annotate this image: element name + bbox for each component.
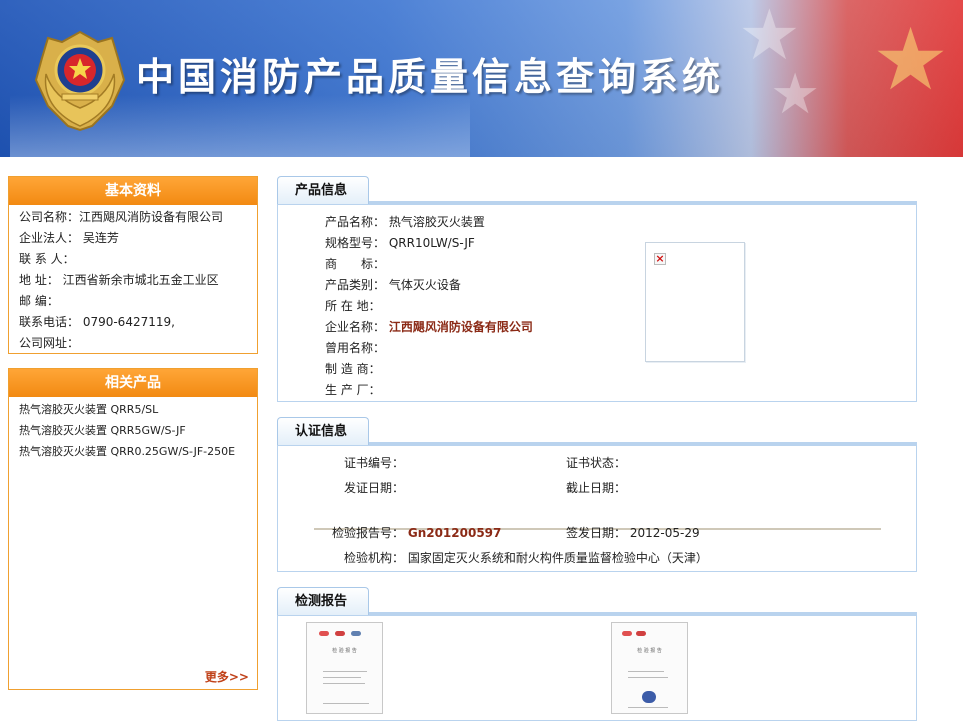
police-emblem-icon [34, 30, 126, 132]
basic-info-list: 公司名称：江西飓风消防设备有限公司 企业法人： 吴连芳 联 系 人： 地 址： … [9, 205, 257, 354]
report-logo-icon [319, 631, 329, 636]
report-thumb-line [323, 677, 361, 678]
manufacturer-row: 制 造 商： [325, 360, 381, 377]
spec-model-row: 规格型号： QRR10LW/S-JF [325, 234, 475, 251]
product-name-label: 产品名称： [325, 215, 386, 229]
agency-row: 检验机构： 国家固定灭火系统和耐火构件质量监督检验中心（天津） [344, 549, 708, 566]
agency-value: 国家固定灭火系统和耐火构件质量监督检验中心（天津） [407, 551, 708, 565]
report-thumb-line [628, 671, 664, 672]
former-name-row: 曾用名称： [325, 339, 385, 356]
sign-date-label: 签发日期： [566, 526, 627, 540]
cert-no-label: 证书编号： [344, 456, 405, 470]
related-products-title: 相关产品 [9, 369, 257, 397]
banner-star-icon: ★ [872, 10, 950, 110]
report-logo-icon [335, 631, 345, 636]
report-thumb-title: 检 验 报 告 [332, 648, 357, 654]
report-thumbnail[interactable]: 检 验 报 告 [306, 622, 383, 714]
report-thumb-line [323, 703, 369, 704]
report-logo-icon [636, 631, 646, 636]
report-thumbnail[interactable]: 检 验 报 告 [611, 622, 688, 714]
trademark-label: 商 标： [325, 257, 386, 271]
legal-person: 企业法人： 吴连芳 [19, 231, 119, 245]
related-products-list: 热气溶胶灭火装置 QRR5/SL 热气溶胶灭火装置 QRR5GW/S-JF 热气… [9, 397, 257, 462]
enterprise-value: 江西飓风消防设备有限公司 [388, 320, 533, 334]
category-row: 产品类别： 气体灭火设备 [325, 276, 461, 293]
basic-info-panel: 基本资料 公司名称：江西飓风消防设备有限公司 企业法人： 吴连芳 联 系 人： … [8, 176, 258, 354]
agency-label: 检验机构： [344, 551, 405, 565]
report-no-value[interactable]: Gn201200597 [408, 526, 502, 540]
tab-report: 检测报告 [277, 587, 369, 615]
report-seal-icon [642, 691, 656, 703]
category-label: 产品类别： [325, 278, 386, 292]
report-thumb-line [628, 677, 668, 678]
location-label: 所 在 地： [325, 299, 381, 313]
report-thumb-title: 检 验 报 告 [637, 648, 662, 654]
contact-person: 联 系 人： [19, 252, 75, 266]
product-name-value: 热气溶胶灭火装置 [388, 215, 485, 229]
trademark-row: 商 标： [325, 255, 385, 272]
cert-info-section: 认证信息 证书编号： 证书状态： 发证日期： 截止日期： 检验报告号： Gn20… [277, 417, 917, 573]
issue-date-label: 发证日期： [344, 481, 405, 495]
expire-date-label: 截止日期： [566, 481, 627, 495]
report-logo-icon [351, 631, 361, 636]
address: 地 址： 江西省新余市城北五金工业区 [19, 273, 219, 287]
more-link[interactable]: 更多>> [205, 668, 249, 685]
cert-info-body: 证书编号： 证书状态： 发证日期： 截止日期： 检验报告号： Gn2012005… [277, 446, 917, 572]
product-name-row: 产品名称： 热气溶胶灭火装置 [325, 213, 485, 230]
related-product-link[interactable]: 热气溶胶灭火装置 QRR5GW/S-JF [9, 420, 257, 441]
sign-date-value: 2012-05-29 [629, 526, 700, 540]
related-product-link[interactable]: 热气溶胶灭火装置 QRR0.25GW/S-JF-250E [9, 441, 257, 462]
factory-row: 生 产 厂： [325, 381, 381, 398]
website: 公司网址： [19, 336, 80, 350]
enterprise-label: 企业名称： [325, 320, 386, 334]
basic-info-title: 基本资料 [9, 177, 257, 205]
report-thumb-line [323, 683, 365, 684]
manufacturer-label: 制 造 商： [325, 362, 381, 376]
report-thumb-line [628, 707, 668, 708]
postcode: 邮 编： [19, 294, 59, 308]
report-logo-icon [622, 631, 632, 636]
phone: 联系电话： 0790-6427119, [19, 315, 175, 329]
report-no-label: 检验报告号： [332, 526, 405, 540]
category-value: 气体灭火设备 [388, 278, 461, 292]
spec-model-value: QRR10LW/S-JF [388, 236, 475, 250]
tab-cert-info: 认证信息 [277, 417, 369, 445]
company-name: 公司名称：江西飓风消防设备有限公司 [19, 210, 224, 224]
related-product-link[interactable]: 热气溶胶灭火装置 QRR5/SL [9, 399, 257, 420]
broken-image-icon: × [654, 252, 666, 265]
location-row: 所 在 地： [325, 297, 381, 314]
banner-star-icon: ★ [770, 62, 821, 127]
tab-product-info: 产品信息 [277, 176, 369, 204]
product-info-section: 产品信息 产品名称： 热气溶胶灭火装置 规格型号： QRR10LW/S-JF 商… [277, 176, 917, 402]
report-no-row: 检验报告号： Gn201200597 [332, 524, 501, 541]
enterprise-row: 企业名称： 江西飓风消防设备有限公司 [325, 318, 533, 335]
product-image: × [645, 242, 745, 362]
cert-status-label: 证书状态： [566, 456, 627, 470]
product-info-body: 产品名称： 热气溶胶灭火装置 规格型号： QRR10LW/S-JF 商 标： 产… [277, 205, 917, 402]
factory-label: 生 产 厂： [325, 383, 381, 397]
report-section: 检测报告 检 验 报 告 检 验 报 告 [277, 587, 917, 721]
former-name-label: 曾用名称： [325, 341, 386, 355]
related-products-panel: 相关产品 热气溶胶灭火装置 QRR5/SL 热气溶胶灭火装置 QRR5GW/S-… [8, 368, 258, 690]
report-thumb-line [323, 671, 367, 672]
spec-model-label: 规格型号： [325, 236, 386, 250]
report-body: 检 验 报 告 检 验 报 告 [277, 616, 917, 721]
header-banner: ★ ★ ★ 中国消防产品质量信息查询系统 [0, 0, 963, 157]
page-title: 中国消防产品质量信息查询系统 [136, 55, 725, 99]
sign-date-row: 签发日期： 2012-05-29 [566, 524, 700, 541]
